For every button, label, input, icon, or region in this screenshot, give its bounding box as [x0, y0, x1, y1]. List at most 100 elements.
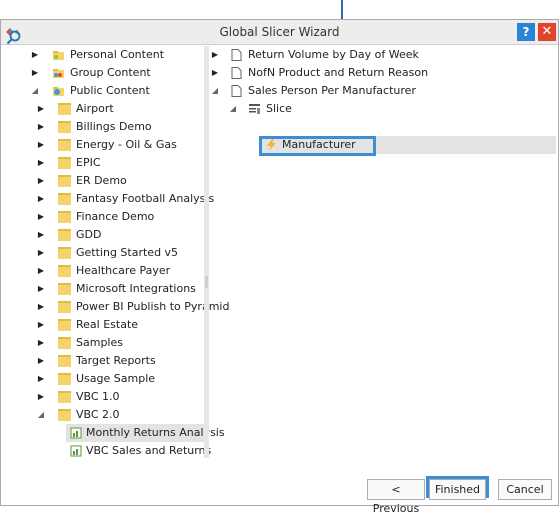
expand-arrow-icon[interactable]: ▶: [210, 64, 220, 82]
personal-content-icon: [53, 51, 64, 60]
expand-arrow-icon[interactable]: ▶: [36, 352, 46, 370]
tree-item-label: VBC 2.0: [76, 408, 120, 421]
expand-arrow-icon[interactable]: ▶: [36, 118, 46, 136]
help-button[interactable]: ?: [517, 23, 535, 41]
tree-item-label: Getting Started v5: [76, 246, 179, 259]
tree-item-label: Real Estate: [76, 318, 139, 331]
tree-item-vbc-sales-and-returns[interactable]: VBC Sales and Returns: [66, 442, 211, 460]
folder-icon: [58, 409, 71, 421]
title-bar: Global Slicer Wizard ? ✕: [1, 20, 558, 45]
tree-item-label: Samples: [76, 336, 123, 349]
expand-arrow-icon[interactable]: ▶: [36, 334, 46, 352]
tree-item-public-content[interactable]: ◢ Public Content: [30, 82, 205, 100]
collapse-arrow-icon[interactable]: ◢: [228, 100, 238, 118]
tree-item-monthly-returns-analysis[interactable]: Monthly Returns Analysis: [66, 424, 225, 442]
folder-icon: [58, 265, 71, 277]
expand-arrow-icon[interactable]: ▶: [36, 388, 46, 406]
tree-item-fantasy-football[interactable]: ▶ Fantasy Football Analysis: [30, 190, 214, 208]
report-icon: [70, 427, 82, 439]
tree-item-microsoft-integrations[interactable]: ▶ Microsoft Integrations: [30, 280, 205, 298]
tree-item-group-content[interactable]: ▶ Group Content: [30, 64, 205, 82]
tree-item-label: Return Volume by Day of Week: [248, 48, 419, 61]
expand-arrow-icon[interactable]: ▶: [36, 370, 46, 388]
expand-arrow-icon[interactable]: ▶: [36, 244, 46, 262]
content-tree: ▶ Personal Content ▶ Group Content ◢ Pub…: [30, 46, 230, 460]
expand-arrow-icon[interactable]: ▶: [36, 316, 46, 334]
tree-item-airport[interactable]: ▶ Airport: [30, 100, 205, 118]
tree-item-target-reports[interactable]: ▶ Target Reports: [30, 352, 205, 370]
collapse-arrow-icon[interactable]: ◢: [30, 82, 40, 100]
collapse-arrow-icon[interactable]: ◢: [36, 406, 46, 424]
expand-arrow-icon[interactable]: ▶: [36, 190, 46, 208]
page-icon: [231, 49, 242, 61]
tree-item-return-volume[interactable]: ▶ Return Volume by Day of Week: [210, 46, 550, 64]
tree-item-personal-content[interactable]: ▶ Personal Content: [30, 46, 205, 64]
tree-item-healthcare-payer[interactable]: ▶ Healthcare Payer: [30, 262, 205, 280]
expand-arrow-icon[interactable]: ▶: [36, 262, 46, 280]
expand-arrow-icon[interactable]: ▶: [30, 46, 40, 64]
folder-icon: [58, 301, 71, 313]
expand-arrow-icon[interactable]: ▶: [36, 226, 46, 244]
tree-item-slice[interactable]: ◢ Slice: [210, 100, 550, 118]
folder-icon: [58, 175, 71, 187]
tree-item-er-demo[interactable]: ▶ ER Demo: [30, 172, 205, 190]
folder-icon: [58, 193, 71, 205]
tree-item-label: Healthcare Payer: [76, 264, 171, 277]
search-icon[interactable]: [6, 30, 22, 46]
tree-item-nofn-product[interactable]: ▶ NofN Product and Return Reason: [210, 64, 550, 82]
tree-item-label: NofN Product and Return Reason: [248, 66, 429, 79]
tree-item-label: VBC 1.0: [76, 390, 120, 403]
manufacturer-highlight-box: [259, 136, 376, 156]
report-structure-tree: ▶ Return Volume by Day of Week ▶ NofN Pr…: [210, 46, 556, 458]
pane-splitter[interactable]: [204, 46, 209, 458]
folder-icon: [58, 103, 71, 115]
collapse-arrow-icon[interactable]: ◢: [210, 82, 220, 100]
expand-arrow-icon[interactable]: ▶: [36, 280, 46, 298]
tree-item-sales-person-per-manufacturer[interactable]: ◢ Sales Person Per Manufacturer: [210, 82, 550, 100]
tree-item-epic[interactable]: ▶ EPIC: [30, 154, 205, 172]
expand-arrow-icon[interactable]: ▶: [36, 172, 46, 190]
tree-item-vbc-2[interactable]: ◢ VBC 2.0: [30, 406, 205, 424]
splitter-grip[interactable]: [205, 276, 208, 288]
close-button[interactable]: ✕: [538, 23, 556, 41]
dialog-title: Global Slicer Wizard: [219, 25, 340, 39]
tree-item-samples[interactable]: ▶ Samples: [30, 334, 205, 352]
tree-item-label: Finance Demo: [76, 210, 155, 223]
finished-button[interactable]: Finished: [429, 479, 486, 500]
tree-item-label: Public Content: [70, 84, 150, 97]
tree-item-label: Billings Demo: [76, 120, 152, 133]
page-icon: [231, 85, 242, 97]
tree-item-vbc-1[interactable]: ▶ VBC 1.0: [30, 388, 205, 406]
tree-item-getting-started[interactable]: ▶ Getting Started v5: [30, 244, 205, 262]
folder-icon: [58, 139, 71, 151]
folder-icon: [58, 247, 71, 259]
tree-item-gdd[interactable]: ▶ GDD: [30, 226, 205, 244]
expand-arrow-icon[interactable]: ▶: [30, 64, 40, 82]
tree-item-billings-demo[interactable]: ▶ Billings Demo: [30, 118, 205, 136]
tree-item-finance-demo[interactable]: ▶ Finance Demo: [30, 208, 205, 226]
folder-icon: [58, 337, 71, 349]
folder-icon: [58, 211, 71, 223]
tree-item-real-estate[interactable]: ▶ Real Estate: [30, 316, 205, 334]
tree-item-usage-sample[interactable]: ▶ Usage Sample: [30, 370, 205, 388]
tree-item-label: Fantasy Football Analysis: [76, 192, 215, 205]
expand-arrow-icon[interactable]: ▶: [36, 298, 46, 316]
folder-icon: [58, 121, 71, 133]
tree-item-label: Sales Person Per Manufacturer: [248, 84, 416, 97]
previous-button[interactable]: < Previous: [367, 479, 425, 515]
tree-item-power-bi-publish[interactable]: ▶ Power BI Publish to Pyramid: [30, 298, 229, 316]
expand-arrow-icon[interactable]: ▶: [210, 46, 220, 64]
tree-item-label: Slice: [266, 102, 292, 115]
tree-item-label: Personal Content: [70, 48, 165, 61]
folder-icon: [58, 157, 71, 169]
expand-arrow-icon[interactable]: ▶: [36, 136, 46, 154]
group-content-icon: [53, 69, 64, 78]
expand-arrow-icon[interactable]: ▶: [36, 100, 46, 118]
tree-item-label: Energy - Oil & Gas: [76, 138, 177, 151]
page-icon: [231, 67, 242, 79]
tree-item-energy-oil-gas[interactable]: ▶ Energy - Oil & Gas: [30, 136, 205, 154]
report-icon: [70, 445, 82, 457]
expand-arrow-icon[interactable]: ▶: [36, 208, 46, 226]
cancel-button[interactable]: Cancel: [498, 479, 552, 500]
expand-arrow-icon[interactable]: ▶: [36, 154, 46, 172]
